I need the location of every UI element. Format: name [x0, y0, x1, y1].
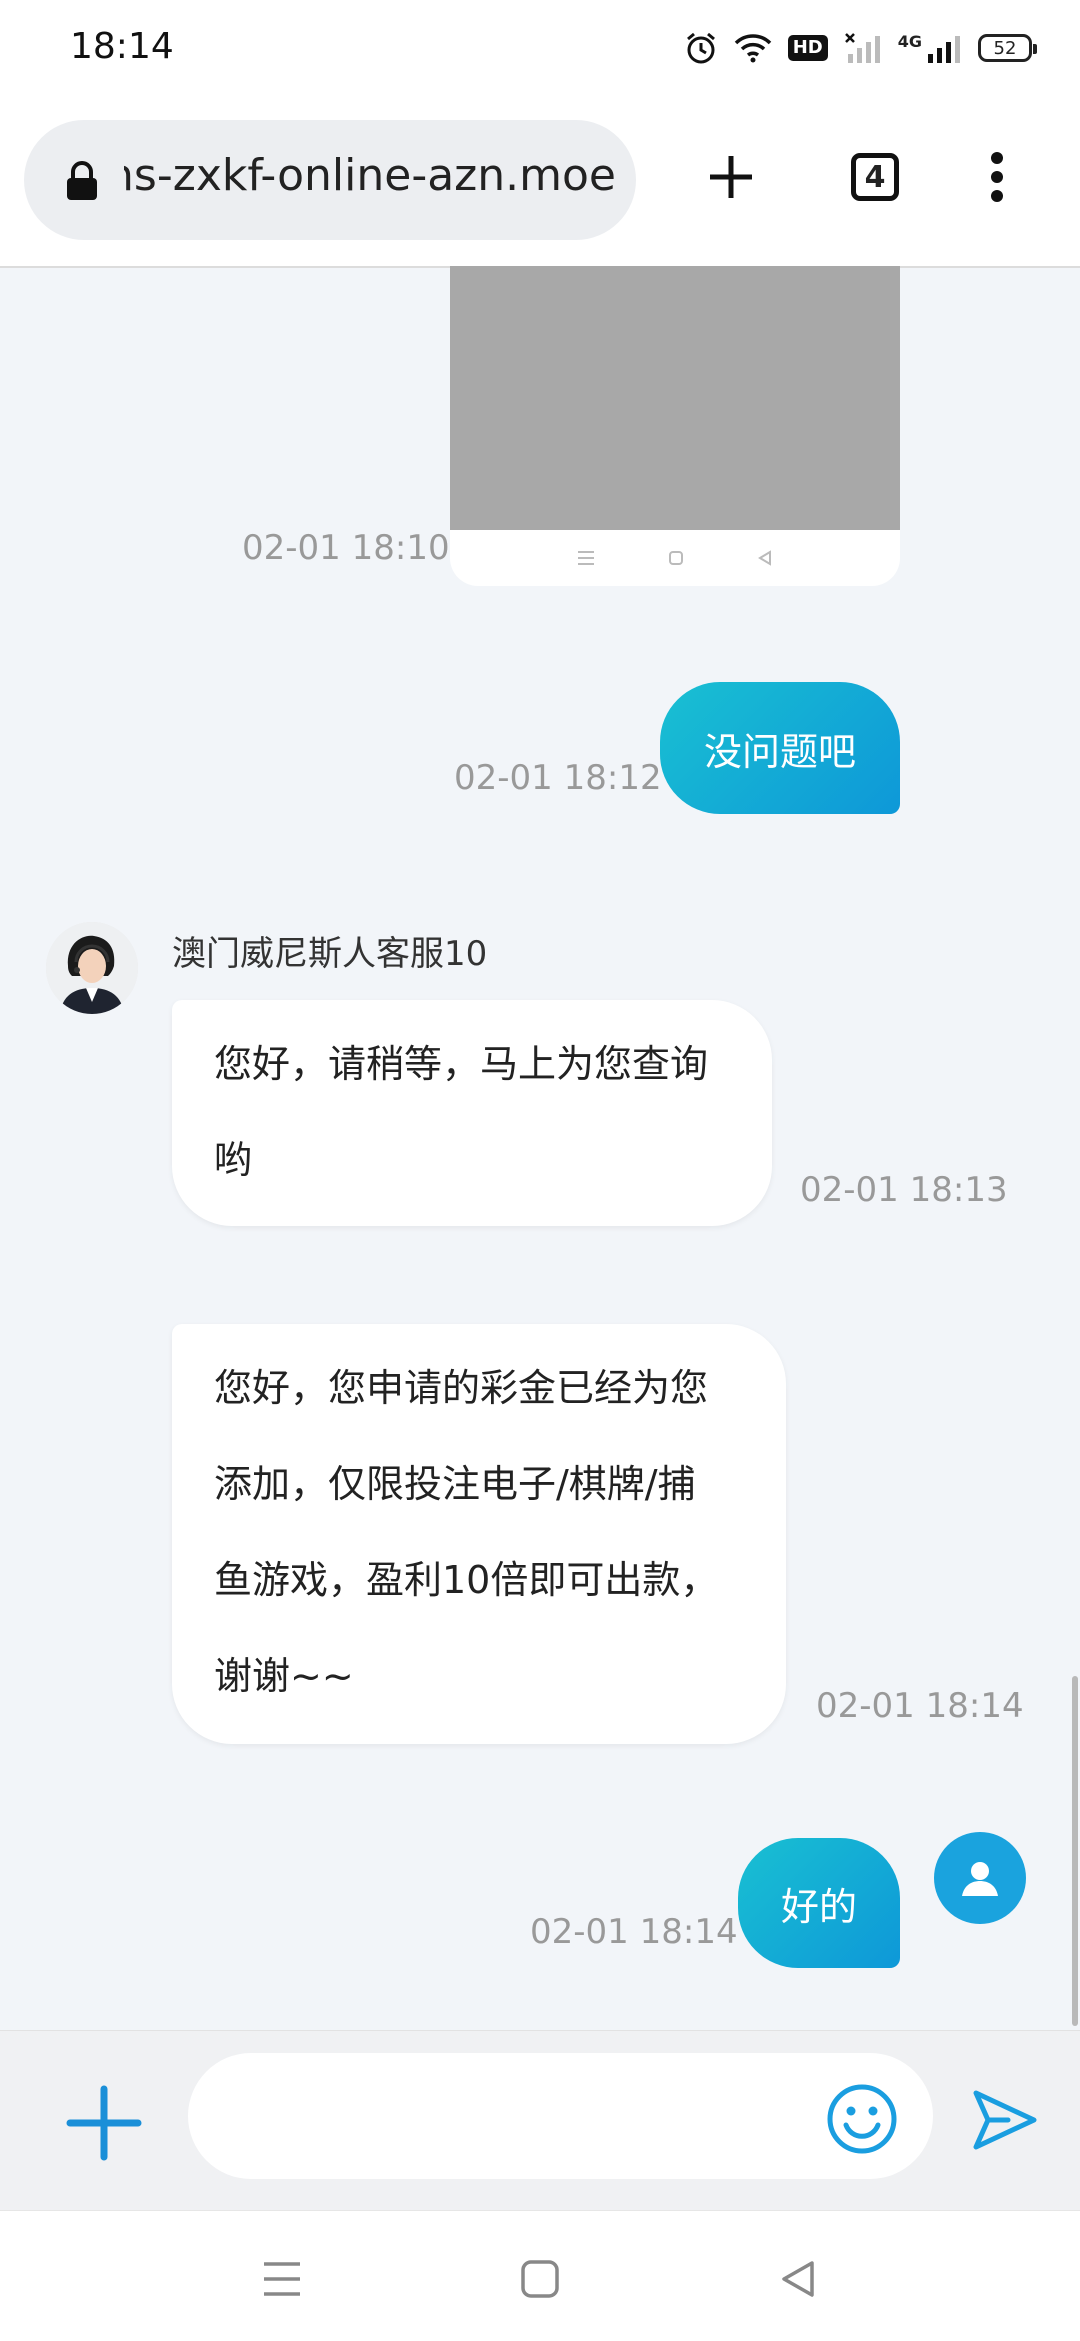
- signal-icon-sim1: [844, 33, 880, 63]
- chat-area[interactable]: 02-01 18:10 没问题吧 02-01 18:12 澳门威尼斯人客服10 …: [0, 266, 1080, 2030]
- wifi-icon: [734, 34, 771, 63]
- network-type: 4G: [897, 31, 922, 51]
- plus-icon: [710, 156, 752, 198]
- menu-icon: [577, 551, 594, 565]
- user-avatar-button[interactable]: [934, 1832, 1026, 1924]
- add-attachment-button[interactable]: [64, 2083, 144, 2163]
- plus-icon: [66, 2085, 142, 2161]
- message-line: 哟: [214, 1138, 253, 1182]
- more-vert-icon: [991, 152, 1003, 202]
- incoming-message[interactable]: 您好，请稍等，马上为您查询 哟: [172, 1000, 772, 1226]
- tab-switcher-button[interactable]: 4: [840, 142, 910, 212]
- message-time: 02-01 18:10: [242, 528, 450, 568]
- new-tab-button[interactable]: [696, 142, 766, 212]
- message-input[interactable]: [188, 2053, 933, 2179]
- hd-badge: HD: [787, 35, 828, 61]
- menu-icon: [264, 2262, 300, 2296]
- message-text: 没问题吧: [703, 729, 856, 774]
- browser-toolbar: hs-zxkf-online-azn.moe 4: [0, 96, 1080, 268]
- image-thumbnail[interactable]: [450, 266, 900, 530]
- square-icon: [668, 551, 683, 565]
- agent-avatar: [46, 922, 138, 1014]
- back-triangle-icon: [758, 550, 772, 566]
- alarm-icon: [686, 32, 715, 64]
- status-icons: HD 4G 52: [684, 28, 1037, 68]
- image-nav-strip: [450, 530, 900, 586]
- outgoing-message[interactable]: 没问题吧: [660, 682, 900, 814]
- tab-count: 4: [851, 153, 899, 201]
- image-message[interactable]: [450, 266, 900, 586]
- url-text[interactable]: hs-zxkf-online-azn.moe: [124, 150, 616, 201]
- system-nav-bar: [0, 2210, 1080, 2341]
- message-line: 谢谢~~: [214, 1654, 354, 1698]
- menu-button[interactable]: [962, 142, 1032, 212]
- send-icon: [973, 2090, 1037, 2150]
- chat-input-bar: [0, 2030, 1080, 2211]
- home-square-icon: [521, 2260, 559, 2298]
- battery-icon: 52: [978, 34, 1037, 62]
- agent-name: 澳门威尼斯人客服10: [172, 934, 488, 974]
- lock-icon[interactable]: [64, 160, 100, 202]
- message-line: 鱼游戏，盈利10倍即可出款，: [214, 1558, 719, 1602]
- message-text: 好的: [780, 1884, 857, 1929]
- message-time: 02-01 18:12: [454, 758, 662, 798]
- agent-avatar-icon: [46, 922, 138, 1014]
- status-time: 18:14: [70, 26, 174, 67]
- message-time: 02-01 18:14: [816, 1686, 1024, 1726]
- message-time: 02-01 18:14: [530, 1912, 738, 1952]
- page-scrollbar[interactable]: [1072, 1676, 1078, 2026]
- address-bar[interactable]: hs-zxkf-online-azn.moe: [24, 120, 636, 240]
- smiley-icon: [827, 2084, 897, 2154]
- status-bar: 18:14 HD 4G 52: [0, 0, 1080, 96]
- message-line: 添加，仅限投注电子/棋牌/捕: [214, 1462, 696, 1506]
- recent-apps-button[interactable]: [252, 2251, 312, 2307]
- incoming-message[interactable]: 您好，您申请的彩金已经为您 添加，仅限投注电子/棋牌/捕 鱼游戏，盈利10倍即可…: [172, 1324, 786, 1744]
- person-icon: [962, 1862, 998, 1896]
- send-button[interactable]: [970, 2085, 1040, 2155]
- message-line: 您好，您申请的彩金已经为您: [214, 1366, 709, 1410]
- outgoing-message[interactable]: 好的: [738, 1838, 900, 1968]
- emoji-button[interactable]: [826, 2083, 898, 2155]
- signal-icon-sim2: [928, 36, 960, 63]
- message-line: 您好，请稍等，马上为您查询: [214, 1042, 709, 1086]
- back-icon: [782, 2261, 814, 2297]
- back-button[interactable]: [768, 2251, 828, 2307]
- home-button[interactable]: [510, 2251, 570, 2307]
- message-time: 02-01 18:13: [800, 1170, 1008, 1210]
